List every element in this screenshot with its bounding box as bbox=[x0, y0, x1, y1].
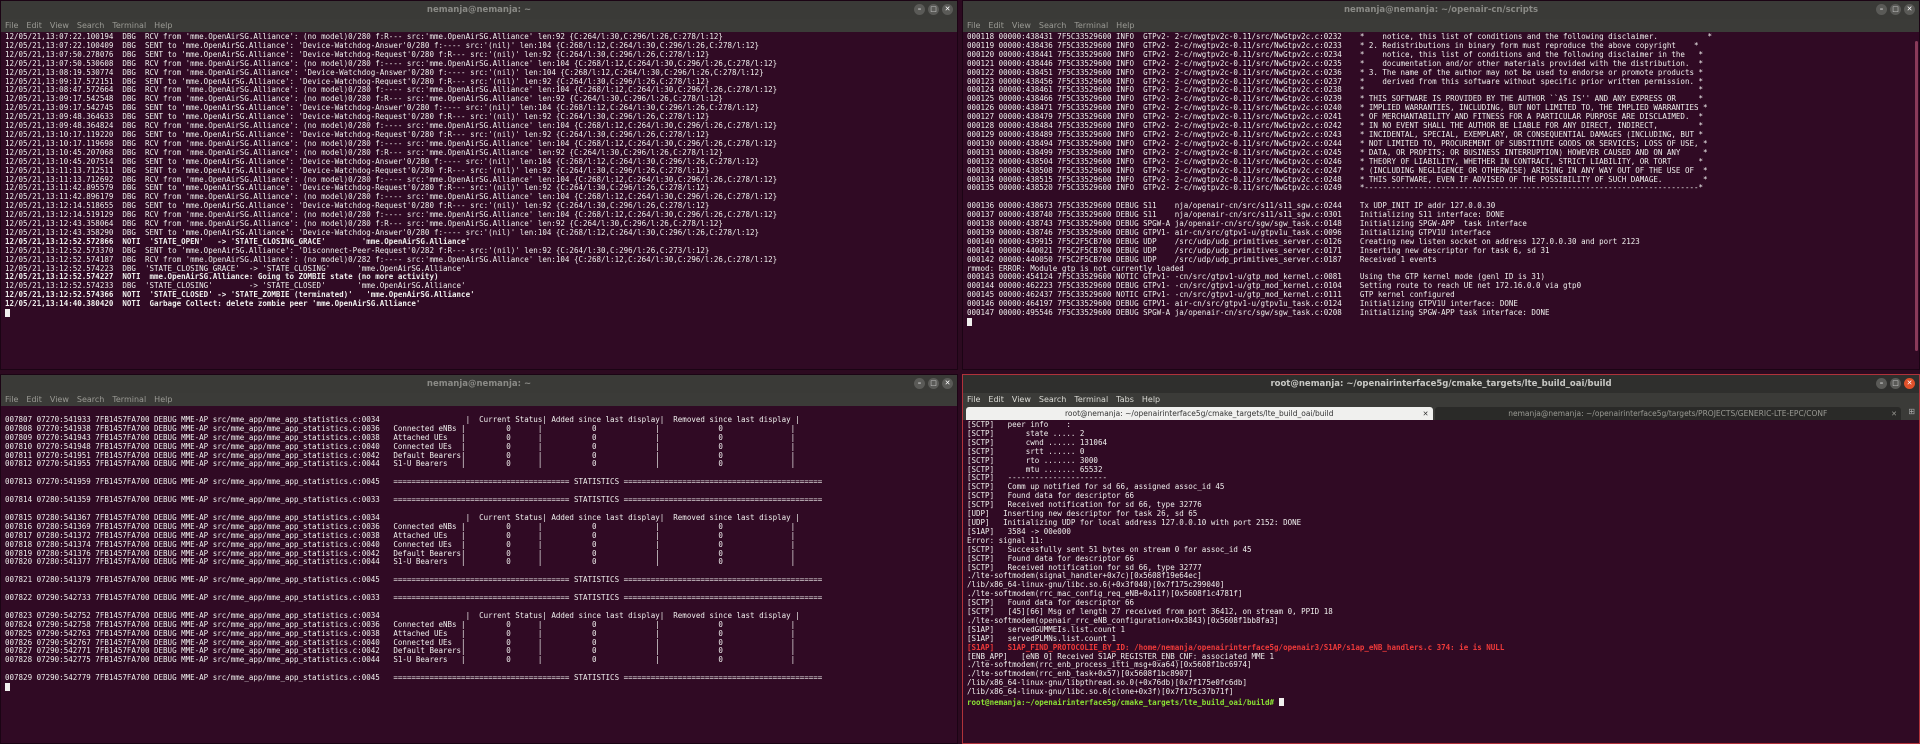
output-line: 007828 07290:542775 7FB1457FA700 DEBUG M… bbox=[5, 655, 796, 665]
menu-item-help[interactable]: Help bbox=[154, 395, 172, 404]
menu-item-search[interactable]: Search bbox=[77, 21, 104, 30]
terminal-window-top-left[interactable]: nemanja@nemanja: ~ – □ ✕ File Edit View Sea… bbox=[0, 0, 958, 370]
text-cursor bbox=[967, 318, 972, 326]
output-line: [SCTP] mtu ....... 65532 bbox=[967, 464, 1103, 474]
terminal-window-bottom-left[interactable]: nemanja@nemanja: ~ – □ ✕ File Edit View Sea… bbox=[0, 374, 958, 744]
title-bar[interactable]: nemanja@nemanja: ~/openair-cn/scripts – … bbox=[963, 1, 1919, 19]
menu-item-view[interactable]: View bbox=[50, 395, 69, 404]
title-bar[interactable]: root@nemanja: ~/openairinterface5g/cmake… bbox=[963, 375, 1919, 393]
menu-bar: File Edit View Search Terminal Tabs Help bbox=[963, 393, 1919, 406]
terminal-output[interactable]: [SCTP] peer info : [SCTP] state ..... 2 [S… bbox=[963, 420, 1919, 698]
output-line: [UDP] Initializing UDP for local address… bbox=[967, 517, 1302, 527]
menu-item-terminal[interactable]: Terminal bbox=[112, 395, 146, 404]
output-line: [S1AP] 3584 -> 00e000 bbox=[967, 526, 1071, 536]
terminal-output[interactable]: 12/05/21,13:07:22.100194 DBG RCV from 'm… bbox=[1, 32, 957, 320]
menu-item-terminal[interactable]: Terminal bbox=[112, 21, 146, 30]
cursor-line bbox=[967, 318, 1915, 328]
output-line: [SCTP] cwnd ...... 131064 bbox=[967, 437, 1107, 447]
cursor-line bbox=[5, 683, 953, 693]
menu-item-edit[interactable]: Edit bbox=[26, 21, 42, 30]
tab-label: root@nemanja: ~/openairinterface5g/cmake… bbox=[1065, 409, 1334, 418]
menu-item-file[interactable]: File bbox=[5, 21, 18, 30]
output-line: 000135 00000:438520 7F5C33529600 INFO GT… bbox=[967, 183, 1704, 193]
output-line: [SCTP] peer info : bbox=[967, 420, 1071, 429]
output-line: 000147 00000:495546 7F5C33529600 DEBUG S… bbox=[967, 308, 1550, 318]
new-tab-icon[interactable]: ⊞ bbox=[1908, 407, 1915, 416]
output-line: 007813 07270:541959 7FB1457FA700 DEBUG M… bbox=[5, 477, 823, 487]
window-controls: – □ ✕ bbox=[914, 4, 953, 15]
title-bar[interactable]: nemanja@nemanja: ~ – □ ✕ bbox=[1, 1, 957, 19]
menu-item-view[interactable]: View bbox=[50, 21, 69, 30]
output-line: /lib/x86_64-linux-gnu/libc.so.6(clone+0x… bbox=[967, 687, 1234, 697]
menu-bar: File Edit View Search Terminal Help bbox=[1, 393, 957, 406]
window-title: nemanja@nemanja: ~ bbox=[426, 379, 532, 389]
menu-item-tabs[interactable]: Tabs bbox=[1116, 395, 1134, 404]
output-line: [SCTP] state ..... 2 bbox=[967, 428, 1085, 438]
maximize-icon[interactable]: □ bbox=[1890, 4, 1901, 15]
menu-item-file[interactable]: File bbox=[967, 21, 980, 30]
terminal-output[interactable]: 007807 07270:541933 7FB1457FA700 DEBUG M… bbox=[1, 406, 957, 694]
menu-item-search[interactable]: Search bbox=[1039, 395, 1066, 404]
maximize-icon[interactable]: □ bbox=[928, 378, 939, 389]
output-line: 12/05/21,13:14:40.380420 NOTI Garbage Co… bbox=[5, 299, 421, 309]
output-line: 007814 07280:541359 7FB1457FA700 DEBUG M… bbox=[5, 495, 823, 505]
tab-build[interactable]: root@nemanja: ~/openairinterface5g/cmake… bbox=[966, 407, 1433, 420]
menu-item-edit[interactable]: Edit bbox=[26, 395, 42, 404]
menu-bar: File Edit View Search Terminal Help bbox=[963, 19, 1919, 32]
menu-bar: File Edit View Search Terminal Help bbox=[1, 19, 957, 32]
text-cursor bbox=[1278, 698, 1284, 707]
output-line: [SCTP] rto ....... 3000 bbox=[967, 455, 1098, 465]
window-title: root@nemanja: ~/openairinterface5g/cmake… bbox=[1270, 379, 1612, 389]
minimize-icon[interactable]: – bbox=[1876, 378, 1887, 389]
prompt-line[interactable]: root@nemanja:~/openairinterface5g/cmake_… bbox=[963, 698, 1919, 709]
menu-item-file[interactable]: File bbox=[5, 395, 18, 404]
cursor-line bbox=[5, 309, 953, 319]
close-icon[interactable]: ✕ bbox=[942, 4, 953, 15]
window-controls: – □ ✕ bbox=[1876, 378, 1915, 389]
output-line: 007820 07280:541377 7FB1457FA700 DEBUG M… bbox=[5, 557, 796, 567]
tab-label: nemanja@nemanja: ~/openairinterface5g/ta… bbox=[1508, 409, 1828, 418]
terminal-output[interactable]: 000118 00000:438431 7F5C33529600 INFO GT… bbox=[963, 32, 1919, 329]
output-line: [SCTP] srtt ...... 0 bbox=[967, 446, 1085, 456]
terminal-window-bottom-right[interactable]: root@nemanja: ~/openairinterface5g/cmake… bbox=[962, 374, 1920, 744]
output-line: 007821 07280:541379 7FB1457FA700 DEBUG M… bbox=[5, 575, 823, 585]
window-controls: – □ ✕ bbox=[1876, 4, 1915, 15]
menu-item-terminal[interactable]: Terminal bbox=[1074, 395, 1108, 404]
window-title: nemanja@nemanja: ~ bbox=[426, 5, 532, 15]
tab-close-icon[interactable]: ✕ bbox=[1891, 410, 1897, 418]
close-icon[interactable]: ✕ bbox=[1904, 378, 1915, 389]
output-line: 007812 07270:541955 7FB1457FA700 DEBUG M… bbox=[5, 459, 796, 469]
maximize-icon[interactable]: □ bbox=[928, 4, 939, 15]
close-icon[interactable]: ✕ bbox=[942, 378, 953, 389]
minimize-icon[interactable]: – bbox=[914, 378, 925, 389]
menu-item-edit[interactable]: Edit bbox=[988, 395, 1004, 404]
terminal-window-top-right[interactable]: nemanja@nemanja: ~/openair-cn/scripts – … bbox=[962, 0, 1920, 370]
menu-item-search[interactable]: Search bbox=[1039, 21, 1066, 30]
output-line: 007822 07290:542733 7FB1457FA700 DEBUG M… bbox=[5, 593, 823, 603]
menu-item-help[interactable]: Help bbox=[1142, 395, 1160, 404]
output-line: 007829 07290:542779 7FB1457FA700 DEBUG M… bbox=[5, 673, 823, 683]
tab-close-icon[interactable]: ✕ bbox=[1423, 410, 1429, 418]
minimize-icon[interactable]: – bbox=[1876, 4, 1887, 15]
menu-item-edit[interactable]: Edit bbox=[988, 21, 1004, 30]
menu-item-file[interactable]: File bbox=[967, 395, 980, 404]
title-bar[interactable]: nemanja@nemanja: ~ – □ ✕ bbox=[1, 375, 957, 393]
shell-prompt: root@nemanja:~/openairinterface5g/cmake_… bbox=[967, 698, 1275, 708]
menu-item-view[interactable]: View bbox=[1012, 21, 1031, 30]
window-title: nemanja@nemanja: ~/openair-cn/scripts bbox=[1343, 5, 1539, 15]
menu-item-view[interactable]: View bbox=[1012, 395, 1031, 404]
scrollbar[interactable] bbox=[1915, 41, 1918, 351]
menu-item-terminal[interactable]: Terminal bbox=[1074, 21, 1108, 30]
text-cursor bbox=[5, 683, 10, 692]
close-icon[interactable]: ✕ bbox=[1904, 4, 1915, 15]
window-controls: – □ ✕ bbox=[914, 378, 953, 389]
tab-bar: root@nemanja: ~/openairinterface5g/cmake… bbox=[963, 406, 1919, 420]
tab-conf[interactable]: nemanja@nemanja: ~/openairinterface5g/ta… bbox=[1434, 407, 1901, 420]
menu-item-help[interactable]: Help bbox=[1116, 21, 1134, 30]
minimize-icon[interactable]: – bbox=[914, 4, 925, 15]
maximize-icon[interactable]: □ bbox=[1890, 378, 1901, 389]
menu-item-search[interactable]: Search bbox=[77, 395, 104, 404]
text-cursor bbox=[5, 309, 10, 318]
menu-item-help[interactable]: Help bbox=[154, 21, 172, 30]
